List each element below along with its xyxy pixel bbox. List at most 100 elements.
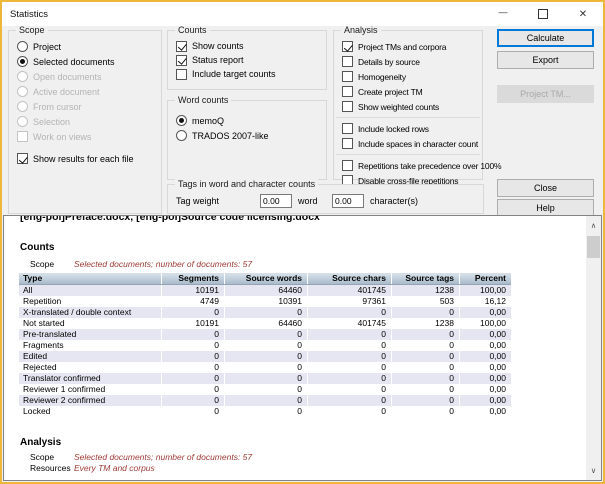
row-type-cell: Reviewer 1 confirmed <box>23 384 106 394</box>
row-value-cell: 0 <box>224 362 308 373</box>
scrollbar-thumb[interactable] <box>587 236 600 258</box>
minimize-button[interactable]: — <box>483 2 523 26</box>
checkbox-icon[interactable] <box>176 40 187 52</box>
row-value-cell: 0,00 <box>459 362 511 373</box>
close-button[interactable]: ✕ <box>563 2 603 26</box>
row-type-cell: Rejected <box>23 362 57 372</box>
radio-icon[interactable] <box>17 41 28 52</box>
row-value-cell: 0 <box>161 351 225 362</box>
close-dialog-button[interactable]: Close <box>497 179 594 197</box>
radio-icon[interactable] <box>176 115 187 126</box>
row-value-cell: 0 <box>307 373 392 384</box>
row-type-cell: Pre-translated <box>19 329 162 340</box>
checkbox-show-weighted-counts[interactable]: Show weighted counts <box>334 99 482 114</box>
checkbox-icon[interactable] <box>342 41 353 52</box>
checkbox-show-results-for-each-file[interactable]: Show results for each file <box>9 151 161 166</box>
maximize-icon <box>538 9 548 19</box>
vertical-scrollbar[interactable]: ∧ ∨ <box>586 216 601 480</box>
checkbox-status-report[interactable]: Status report <box>168 53 326 67</box>
maximize-button[interactable] <box>523 2 563 26</box>
checkbox-include-locked-rows[interactable]: Include locked rows <box>334 121 482 136</box>
radio-memoq[interactable]: memoQ <box>168 113 326 128</box>
row-value-cell: 0 <box>307 340 392 351</box>
scope-group-label: Scope <box>16 25 48 36</box>
checkbox-icon[interactable] <box>342 56 353 67</box>
table-row: Translator confirmed 0 0 0 0 0,00 <box>19 373 511 384</box>
table-row: Fragments 0 0 0 0 0,00 <box>19 340 511 351</box>
table-row: All 10191 64460 401745 1238 100,00 <box>19 284 511 296</box>
analysis-scope-value: Selected documents; number of documents:… <box>74 452 253 462</box>
calculate-button[interactable]: Calculate <box>497 29 594 47</box>
checkbox-icon <box>17 131 28 142</box>
row-value-cell: 0 <box>391 373 460 384</box>
analysis-section-title: Analysis <box>20 437 62 448</box>
table-row: Rejected 0 0 0 0 0,00 <box>19 362 511 373</box>
row-value-cell: 0 <box>307 329 392 340</box>
row-value-cell: 0 <box>161 329 225 340</box>
radio-project[interactable]: Project <box>9 39 161 54</box>
row-value-cell: 0,00 <box>459 351 511 362</box>
radio-icon[interactable] <box>176 130 187 141</box>
row-value-cell: 0 <box>224 406 308 417</box>
checkbox-project-tms-and-corpora[interactable]: Project TMs and corpora <box>334 39 482 54</box>
checkbox-work-on-views: Work on views <box>9 129 161 144</box>
checkbox-icon[interactable] <box>342 86 353 97</box>
export-button[interactable]: Export <box>497 51 594 69</box>
table-row: Repetition 4749 10391 97361 503 16,12 <box>19 296 511 307</box>
table-row: X-translated / double context 0 0 0 0 0,00 <box>19 307 511 318</box>
option-label: Include target counts <box>192 69 276 79</box>
row-value-cell: 97361 <box>307 296 392 307</box>
radio-icon[interactable] <box>17 56 28 67</box>
checkbox-icon[interactable] <box>342 123 353 134</box>
counts-options: Show counts Status report Include target c… <box>168 31 326 81</box>
row-value-cell: 503 <box>391 296 460 307</box>
row-value-cell: 0 <box>224 340 308 351</box>
row-value-cell: 0 <box>391 384 460 395</box>
scroll-down-button[interactable]: ∨ <box>586 462 601 478</box>
radio-selection: Selection <box>9 114 161 129</box>
checkbox-show-counts[interactable]: Show counts <box>168 39 326 53</box>
row-value-cell: 0,00 <box>459 384 511 395</box>
file-heading: [eng-pol]Preface.docx, [eng-pol]Source c… <box>20 215 320 223</box>
row-value-cell: 0 <box>391 351 460 362</box>
row-value-cell: 0 <box>391 395 460 406</box>
row-type-cell: Reviewer 2 confirmed <box>19 395 162 406</box>
checkbox-icon[interactable] <box>176 54 187 66</box>
checkbox-include-spaces-in-character-count[interactable]: Include spaces in character count <box>334 136 482 151</box>
checkbox-icon[interactable] <box>342 101 353 112</box>
analysis-scope-label: Scope <box>30 452 55 462</box>
row-value-cell: 0 <box>307 362 392 373</box>
tag-weight-word-input[interactable] <box>260 194 292 208</box>
checkbox-icon[interactable] <box>176 68 187 80</box>
row-value-cell: 0,00 <box>459 340 511 351</box>
option-label: Selection <box>33 116 71 127</box>
checkbox-create-project-tm[interactable]: Create project TM <box>334 84 482 99</box>
checkbox-icon[interactable] <box>342 138 353 149</box>
checkbox-icon[interactable] <box>342 160 353 171</box>
table-row: Pre-translated 0 0 0 0 0,00 <box>19 329 511 340</box>
row-value-cell: 0,00 <box>459 406 511 417</box>
counts-scope-label: Scope <box>30 259 55 269</box>
checkbox-include-target-counts[interactable]: Include target counts <box>168 67 326 81</box>
table-row: Locked 0 0 0 0 0,00 <box>19 406 511 417</box>
checkbox-icon[interactable] <box>342 71 353 82</box>
checkbox-details-by-source[interactable]: Details by source <box>334 54 482 69</box>
option-label: Show counts <box>192 41 244 51</box>
row-value-cell: 10391 <box>224 296 308 307</box>
checkbox-repetitions-take-precedence-over-100[interactable]: Repetitions take precedence over 100% <box>334 158 502 173</box>
checkbox-homogeneity[interactable]: Homogeneity <box>334 69 482 84</box>
radio-selected-documents[interactable]: Selected documents <box>9 54 161 69</box>
row-value-cell: 0 <box>224 384 308 395</box>
radio-active-document: Active document <box>9 84 161 99</box>
tag-weight-char-input[interactable] <box>332 194 364 208</box>
scroll-up-button[interactable]: ∧ <box>586 217 601 233</box>
counts-section-title: Counts <box>20 242 55 253</box>
row-value-cell: 0 <box>391 340 460 351</box>
row-type-cell: Translator confirmed <box>19 373 162 384</box>
row-type-cell: All <box>19 284 162 296</box>
project-tm-button: Project TM... <box>497 85 594 103</box>
checkbox-icon[interactable] <box>17 153 28 164</box>
radio-trados-2007-like[interactable]: TRADOS 2007-like <box>168 128 326 143</box>
row-value-cell: 0,00 <box>459 329 511 340</box>
close-icon: ✕ <box>578 8 588 20</box>
